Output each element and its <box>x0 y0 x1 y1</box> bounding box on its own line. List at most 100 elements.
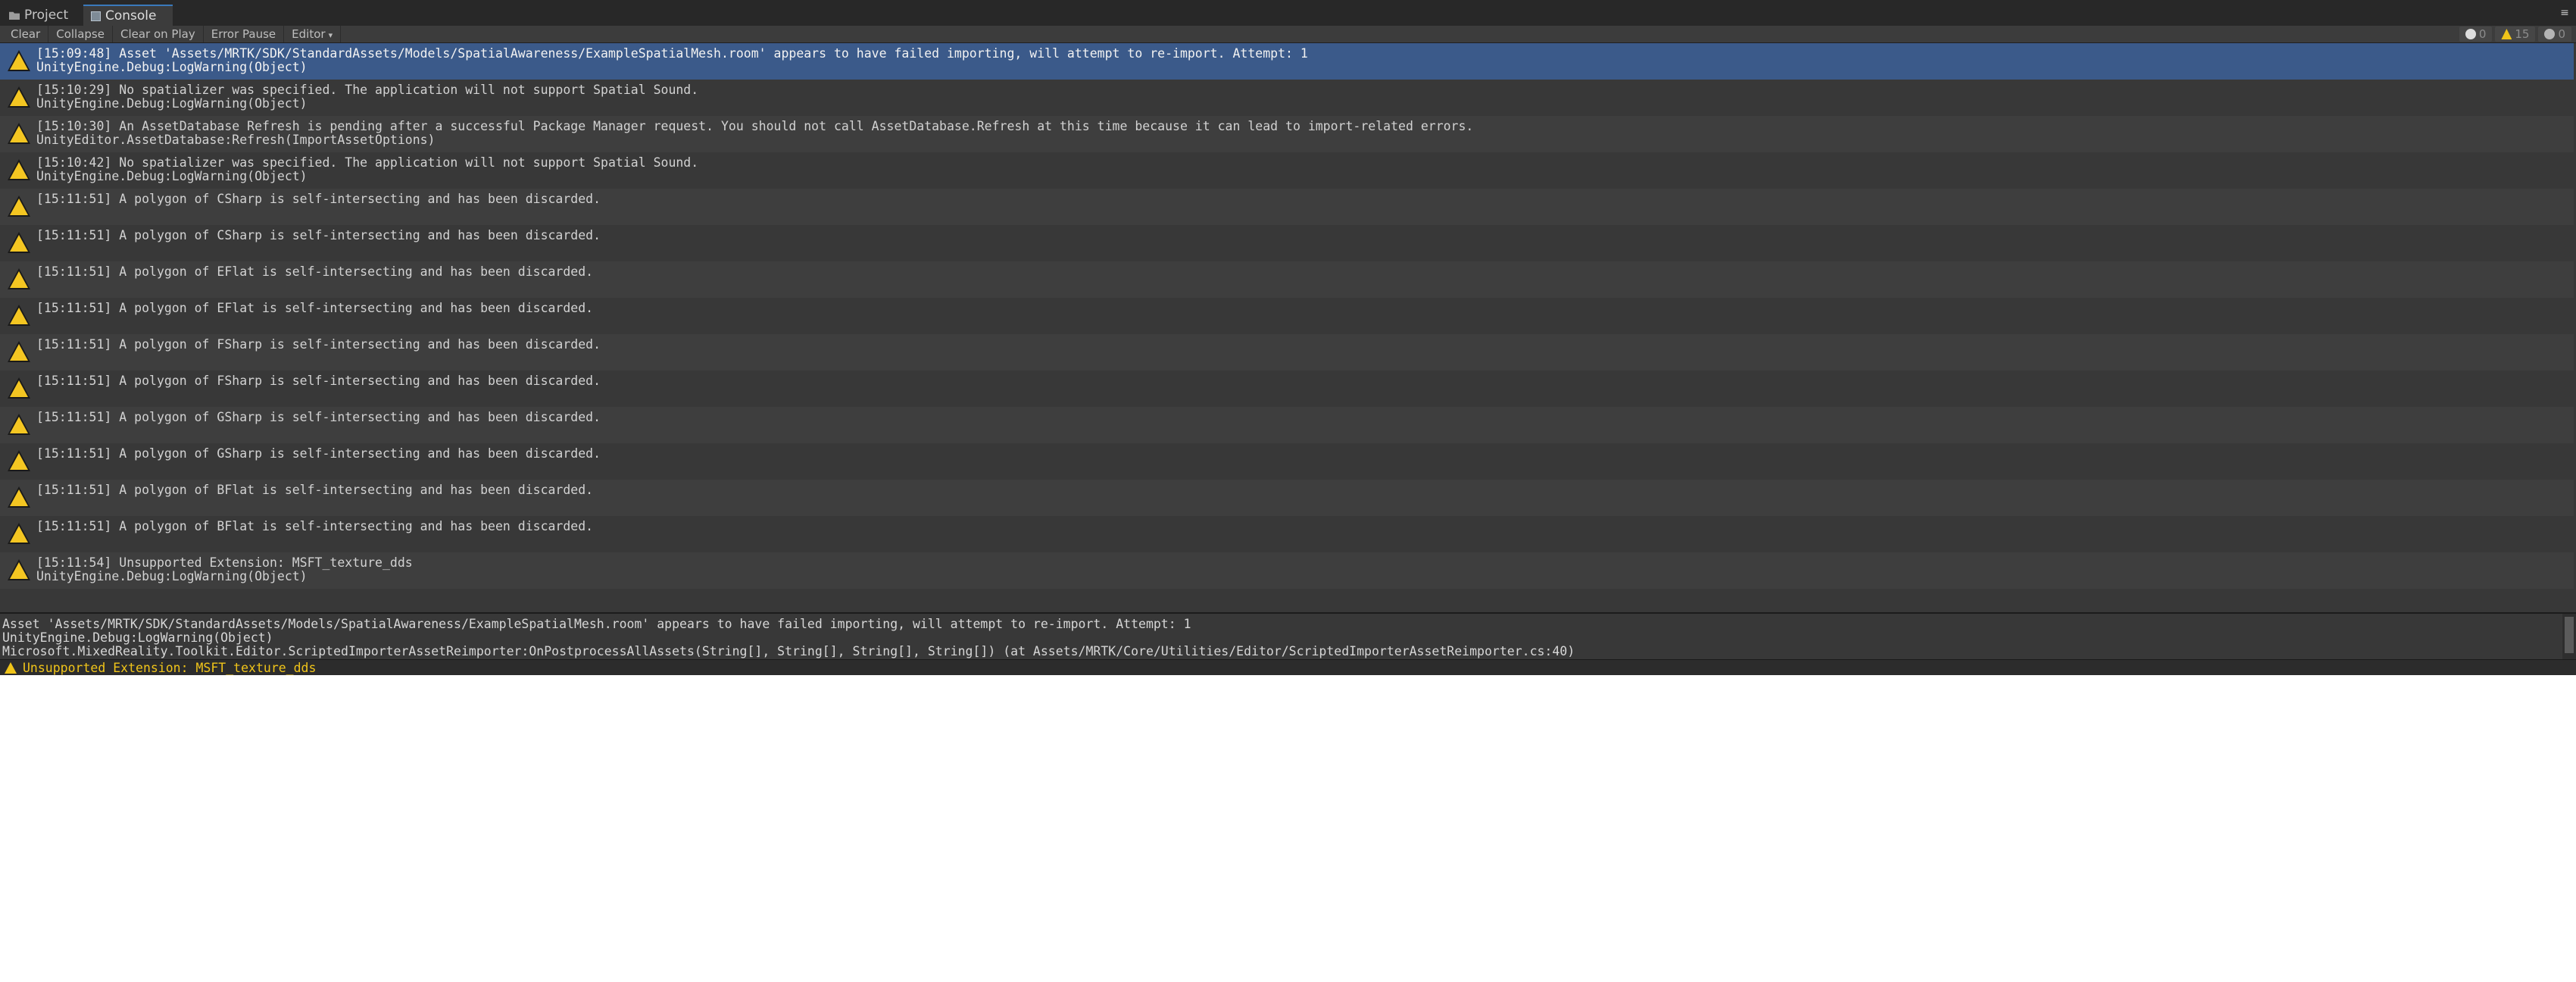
tab-project-label: Project <box>24 8 69 23</box>
log-message: [15:11:51] A polygon of CSharp is self-i… <box>36 192 601 206</box>
log-message-line-1: [15:11:51] A polygon of CSharp is self-i… <box>36 192 601 206</box>
log-message-line-1: [15:10:42] No spatializer was specified.… <box>36 155 699 170</box>
tab-console[interactable]: Console <box>83 5 173 26</box>
log-message-line-1: [15:11:51] A polygon of BFlat is self-in… <box>36 519 594 533</box>
log-row[interactable]: [15:11:51] A polygon of CSharp is self-i… <box>0 189 2574 225</box>
log-message-line-2: UnityEngine.Debug:LogWarning(Object) <box>36 60 308 74</box>
log-message: [15:11:51] A polygon of EFlat is self-in… <box>36 265 593 279</box>
log-message-line-1: [15:11:51] A polygon of GSharp is self-i… <box>36 446 601 461</box>
log-message-line-1: [15:11:51] A polygon of BFlat is self-in… <box>36 483 594 497</box>
warning-icon <box>8 159 30 180</box>
log-message: [15:11:51] A polygon of BFlat is self-in… <box>36 483 593 497</box>
warning-icon <box>8 341 30 362</box>
clear-button[interactable]: Clear <box>0 26 49 42</box>
warning-icon <box>8 450 30 471</box>
caret-down-icon: ▾ <box>328 30 333 40</box>
warning-icon <box>8 559 30 580</box>
log-row[interactable]: [15:11:51] A polygon of FSharp is self-i… <box>0 371 2574 407</box>
log-row[interactable]: [15:10:30] An AssetDatabase Refresh is p… <box>0 116 2574 152</box>
warning-icon <box>8 377 30 399</box>
clear-on-play-button[interactable]: Clear on Play <box>113 26 204 42</box>
log-list[interactable]: [15:09:48] Asset 'Assets/MRTK/SDK/Standa… <box>0 43 2574 612</box>
log-message-line-1: [15:11:51] A polygon of FSharp is self-i… <box>36 374 601 388</box>
log-row[interactable]: [15:11:51] A polygon of EFlat is self-in… <box>0 298 2574 334</box>
tab-console-label: Console <box>105 8 157 23</box>
log-count-toggles: 0 15 0 <box>2456 26 2571 42</box>
log-message-line-2: UnityEngine.Debug:LogWarning(Object) <box>36 169 308 183</box>
error-pause-button[interactable]: Error Pause <box>204 26 285 42</box>
log-detail-pane[interactable]: Asset 'Assets/MRTK/SDK/StandardAssets/Mo… <box>0 612 2576 661</box>
log-message-line-1: [15:11:51] A polygon of GSharp is self-i… <box>36 410 601 424</box>
editor-dropdown[interactable]: Editor ▾ <box>284 26 342 42</box>
log-message: [15:10:30] An AssetDatabase Refresh is p… <box>36 120 1473 147</box>
log-message: [15:11:51] A polygon of GSharp is self-i… <box>36 411 601 424</box>
info-toggle[interactable]: 0 <box>2459 27 2493 42</box>
log-message-line-1: [15:11:54] Unsupported Extension: MSFT_t… <box>36 555 413 570</box>
status-bar[interactable]: Unsupported Extension: MSFT_texture_dds <box>0 659 2576 675</box>
log-message-line-2: UnityEngine.Debug:LogWarning(Object) <box>36 569 308 583</box>
tab-project[interactable]: Project <box>2 5 80 26</box>
log-message: [15:11:51] A polygon of EFlat is self-in… <box>36 302 593 315</box>
folder-icon <box>9 11 20 20</box>
log-message: [15:11:51] A polygon of CSharp is self-i… <box>36 229 601 242</box>
collapse-button[interactable]: Collapse <box>48 26 113 42</box>
log-message: [15:10:42] No spatializer was specified.… <box>36 156 698 183</box>
info-count: 0 <box>2478 27 2487 41</box>
detail-line-1: Asset 'Assets/MRTK/SDK/StandardAssets/Mo… <box>2 617 1191 631</box>
unity-editor-window: Project Console ≡ Clear Collapse Clear o… <box>0 0 2576 675</box>
log-message: [15:11:51] A polygon of FSharp is self-i… <box>36 338 601 352</box>
log-message-line-1: [15:09:48] Asset 'Assets/MRTK/SDK/Standa… <box>36 46 1308 61</box>
tab-bar: Project Console ≡ <box>0 0 2576 27</box>
log-row[interactable]: [15:11:51] A polygon of EFlat is self-in… <box>0 261 2574 298</box>
editor-dropdown-label: Editor <box>292 27 326 41</box>
log-row[interactable]: [15:11:51] A polygon of CSharp is self-i… <box>0 225 2574 261</box>
log-row[interactable]: [15:10:29] No spatializer was specified.… <box>0 80 2574 116</box>
warning-icon <box>8 523 30 544</box>
warning-icon <box>8 268 30 289</box>
status-message: Unsupported Extension: MSFT_texture_dds <box>23 661 317 675</box>
log-message: [15:11:51] A polygon of GSharp is self-i… <box>36 447 601 461</box>
log-row[interactable]: [15:11:54] Unsupported Extension: MSFT_t… <box>0 552 2574 589</box>
warning-icon <box>8 50 30 71</box>
warning-icon <box>8 414 30 435</box>
log-message: [15:11:51] A polygon of BFlat is self-in… <box>36 520 593 533</box>
warning-icon <box>2501 29 2512 39</box>
log-row[interactable]: [15:11:51] A polygon of GSharp is self-i… <box>0 407 2574 443</box>
info-icon <box>2465 29 2476 39</box>
warning-icon <box>8 86 30 108</box>
log-row[interactable]: [15:11:51] A polygon of BFlat is self-in… <box>0 480 2574 516</box>
log-message: [15:09:48] Asset 'Assets/MRTK/SDK/Standa… <box>36 47 1308 74</box>
warning-toggle[interactable]: 15 <box>2495 27 2536 42</box>
window-menu-icon[interactable]: ≡ <box>2558 8 2571 18</box>
console-icon <box>91 11 101 21</box>
log-row[interactable]: [15:09:48] Asset 'Assets/MRTK/SDK/Standa… <box>0 43 2574 80</box>
log-row[interactable]: [15:11:51] A polygon of GSharp is self-i… <box>0 443 2574 480</box>
log-row[interactable]: [15:10:42] No spatializer was specified.… <box>0 152 2574 189</box>
log-message-line-1: [15:11:51] A polygon of EFlat is self-in… <box>36 301 594 315</box>
log-message-line-1: [15:11:51] A polygon of EFlat is self-in… <box>36 264 594 279</box>
log-row[interactable]: [15:11:51] A polygon of BFlat is self-in… <box>0 516 2574 552</box>
error-count: 0 <box>2558 27 2565 41</box>
log-message: [15:11:54] Unsupported Extension: MSFT_t… <box>36 556 413 583</box>
log-message-line-2: UnityEditor.AssetDatabase:Refresh(Import… <box>36 133 436 147</box>
error-toggle[interactable]: 0 <box>2538 27 2571 42</box>
warning-icon <box>8 232 30 253</box>
detail-line-2: UnityEngine.Debug:LogWarning(Object) <box>2 630 273 645</box>
console-toolbar: Clear Collapse Clear on Play Error Pause… <box>0 26 2576 43</box>
warning-count: 15 <box>2515 27 2530 41</box>
log-row[interactable]: [15:11:51] A polygon of FSharp is self-i… <box>0 334 2574 371</box>
detail-scrollbar[interactable] <box>2562 614 2576 661</box>
warning-icon <box>8 123 30 144</box>
warning-icon <box>8 486 30 508</box>
warning-icon <box>8 305 30 326</box>
log-detail-text: Asset 'Assets/MRTK/SDK/StandardAssets/Mo… <box>2 618 1575 658</box>
log-message-line-1: [15:10:29] No spatializer was specified.… <box>36 83 699 97</box>
log-message-line-1: [15:11:51] A polygon of FSharp is self-i… <box>36 337 601 352</box>
log-message-line-1: [15:11:51] A polygon of CSharp is self-i… <box>36 228 601 242</box>
log-message-line-1: [15:10:30] An AssetDatabase Refresh is p… <box>36 119 1474 133</box>
detail-line-3: Microsoft.MixedReality.Toolkit.Editor.Sc… <box>2 644 1575 658</box>
log-message: [15:10:29] No spatializer was specified.… <box>36 83 698 111</box>
detail-scrollbar-thumb[interactable] <box>2565 617 2574 653</box>
log-message-line-2: UnityEngine.Debug:LogWarning(Object) <box>36 96 308 111</box>
warning-icon <box>8 195 30 217</box>
